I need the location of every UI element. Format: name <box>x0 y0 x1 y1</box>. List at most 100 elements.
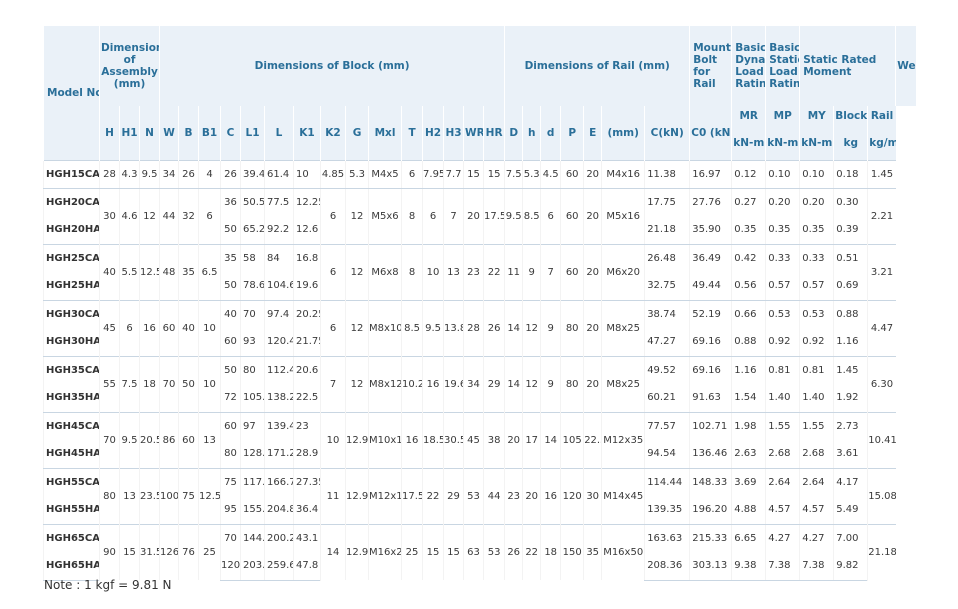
cell-l: 84 <box>264 243 294 272</box>
cell-k1: 23 <box>293 411 321 440</box>
cell-b1: 4 <box>198 159 221 189</box>
cell-model: HGH30CA <box>43 299 100 328</box>
cell-g: 12 <box>345 299 369 356</box>
cell-mxl: M10x17 <box>368 411 402 468</box>
cell-l: 92.2 <box>264 216 294 245</box>
cell-model: HGH20CA <box>43 187 100 216</box>
cell-d: 9 <box>540 299 561 356</box>
cell-block: 1.92 <box>833 384 868 413</box>
cell-model: HGH55CA <box>43 467 100 496</box>
cell-l1: 117.7 <box>240 467 265 496</box>
cell-h: 90 <box>99 523 120 580</box>
cell-h: 28 <box>99 159 120 189</box>
cell-d: 20 <box>504 411 523 468</box>
cell-g: 12.9 <box>345 467 369 524</box>
cell-n: 23.5 <box>138 467 160 524</box>
cell-c0: 35.90 <box>689 216 732 245</box>
cell-k2: 6 <box>320 243 346 300</box>
cell-b1: 25 <box>198 523 221 580</box>
cell-d: 4.5 <box>540 159 561 189</box>
cell-k2: 14 <box>320 523 346 580</box>
cell-block: 3.61 <box>833 440 868 469</box>
cell-l: 97.4 <box>264 299 294 328</box>
cell-mr: 0.35 <box>731 216 766 245</box>
col-H: H <box>99 106 120 160</box>
cell-e: 22.5 <box>583 411 602 468</box>
cell-d: 14 <box>540 411 561 468</box>
cell-block: 0.51 <box>833 243 868 272</box>
cell-c: 72 <box>220 384 241 413</box>
cell-my: 0.10 <box>799 159 834 189</box>
cell-c: 50 <box>220 355 241 384</box>
cell-h2: 15 <box>422 523 444 580</box>
cell-wr: 45 <box>463 411 484 468</box>
cell-block: 2.73 <box>833 411 868 440</box>
cell-g: 12 <box>345 243 369 300</box>
cell-mp: 1.55 <box>765 411 800 440</box>
cell-h1: 13 <box>119 467 140 524</box>
dimensions-of-assembly-header: Dimensions of Assembly (mm) <box>98 26 160 106</box>
cell-p: 150 <box>560 523 584 580</box>
cell-mp: 2.68 <box>765 440 800 469</box>
cell-b: 26 <box>178 159 199 189</box>
cell-my: 0.53 <box>799 299 834 328</box>
cell-bolt: M8x25 <box>601 355 645 412</box>
cell-mp: 4.27 <box>765 523 800 552</box>
cell-w: 100 <box>159 467 179 524</box>
cell-my: 0.57 <box>799 272 834 301</box>
cell-e: 20 <box>583 355 602 412</box>
cell-c0: 91.63 <box>689 384 732 413</box>
cell-l1: 128.8 <box>240 440 265 469</box>
cell-wr: 53 <box>463 467 484 524</box>
table-row: HGH45CA709.520.58660136097139.4231012.9M… <box>43 411 917 468</box>
cell-my: 0.33 <box>799 243 834 272</box>
cell-w: 48 <box>159 243 179 300</box>
cell-p: 80 <box>560 299 584 356</box>
cell-l1: 65.2 <box>240 216 265 245</box>
col-B: B <box>178 106 199 160</box>
cell-w: 34 <box>159 159 179 189</box>
cell-w: 126 <box>159 523 179 580</box>
col-MR: MR <box>731 106 766 126</box>
cell-h2: 22 <box>422 467 444 524</box>
cell-g: 12 <box>345 355 369 412</box>
cell-hr: 44 <box>483 467 505 524</box>
col-mm: (mm) <box>601 106 645 160</box>
cell-k1: 19.6 <box>293 272 321 301</box>
cell-d: 23 <box>504 467 523 524</box>
cell-p: 60 <box>560 159 584 189</box>
cell-p: 120 <box>560 467 584 524</box>
cell-h: 70 <box>99 411 120 468</box>
cell-c0: 196.20 <box>689 496 732 525</box>
cell-t: 8 <box>401 187 423 244</box>
cell-l1: 58 <box>240 243 265 272</box>
cell-c: 50 <box>220 272 241 301</box>
col-block: Block <box>833 106 868 126</box>
cell-b: 40 <box>178 299 199 356</box>
cell-l: 138.2 <box>264 384 294 413</box>
cell-l: 120.4 <box>264 328 294 357</box>
cell-my: 0.35 <box>799 216 834 245</box>
cell-bolt: M14x45 <box>601 467 645 524</box>
col-G: G <box>345 106 369 160</box>
cell-rail-weight: 4.47 <box>867 299 896 356</box>
cell-block: 0.88 <box>833 299 868 328</box>
cell-mxl: M5x6 <box>368 187 402 244</box>
cell-rail-weight: 15.08 <box>867 467 896 524</box>
cell-w: 60 <box>159 299 179 356</box>
cell-rail-weight: 1.45 <box>867 159 896 189</box>
cell-h3: 13 <box>443 243 464 300</box>
cell-c: 80 <box>220 440 241 469</box>
cell-my: 0.81 <box>799 355 834 384</box>
mounting-bolt-header: Mounting Bolt for Rail <box>689 26 732 106</box>
cell-block: 7.00 <box>833 523 868 552</box>
cell-k2: 7 <box>320 355 346 412</box>
cell-b1: 6.5 <box>198 243 221 300</box>
cell-e: 30 <box>583 467 602 524</box>
cell-b1: 6 <box>198 187 221 244</box>
cell-mp: 0.20 <box>765 187 800 216</box>
col-MP: MP <box>765 106 800 126</box>
cell-t: 8 <box>401 243 423 300</box>
cell-p: 105 <box>560 411 584 468</box>
cell-c0: 148.33 <box>689 467 732 496</box>
